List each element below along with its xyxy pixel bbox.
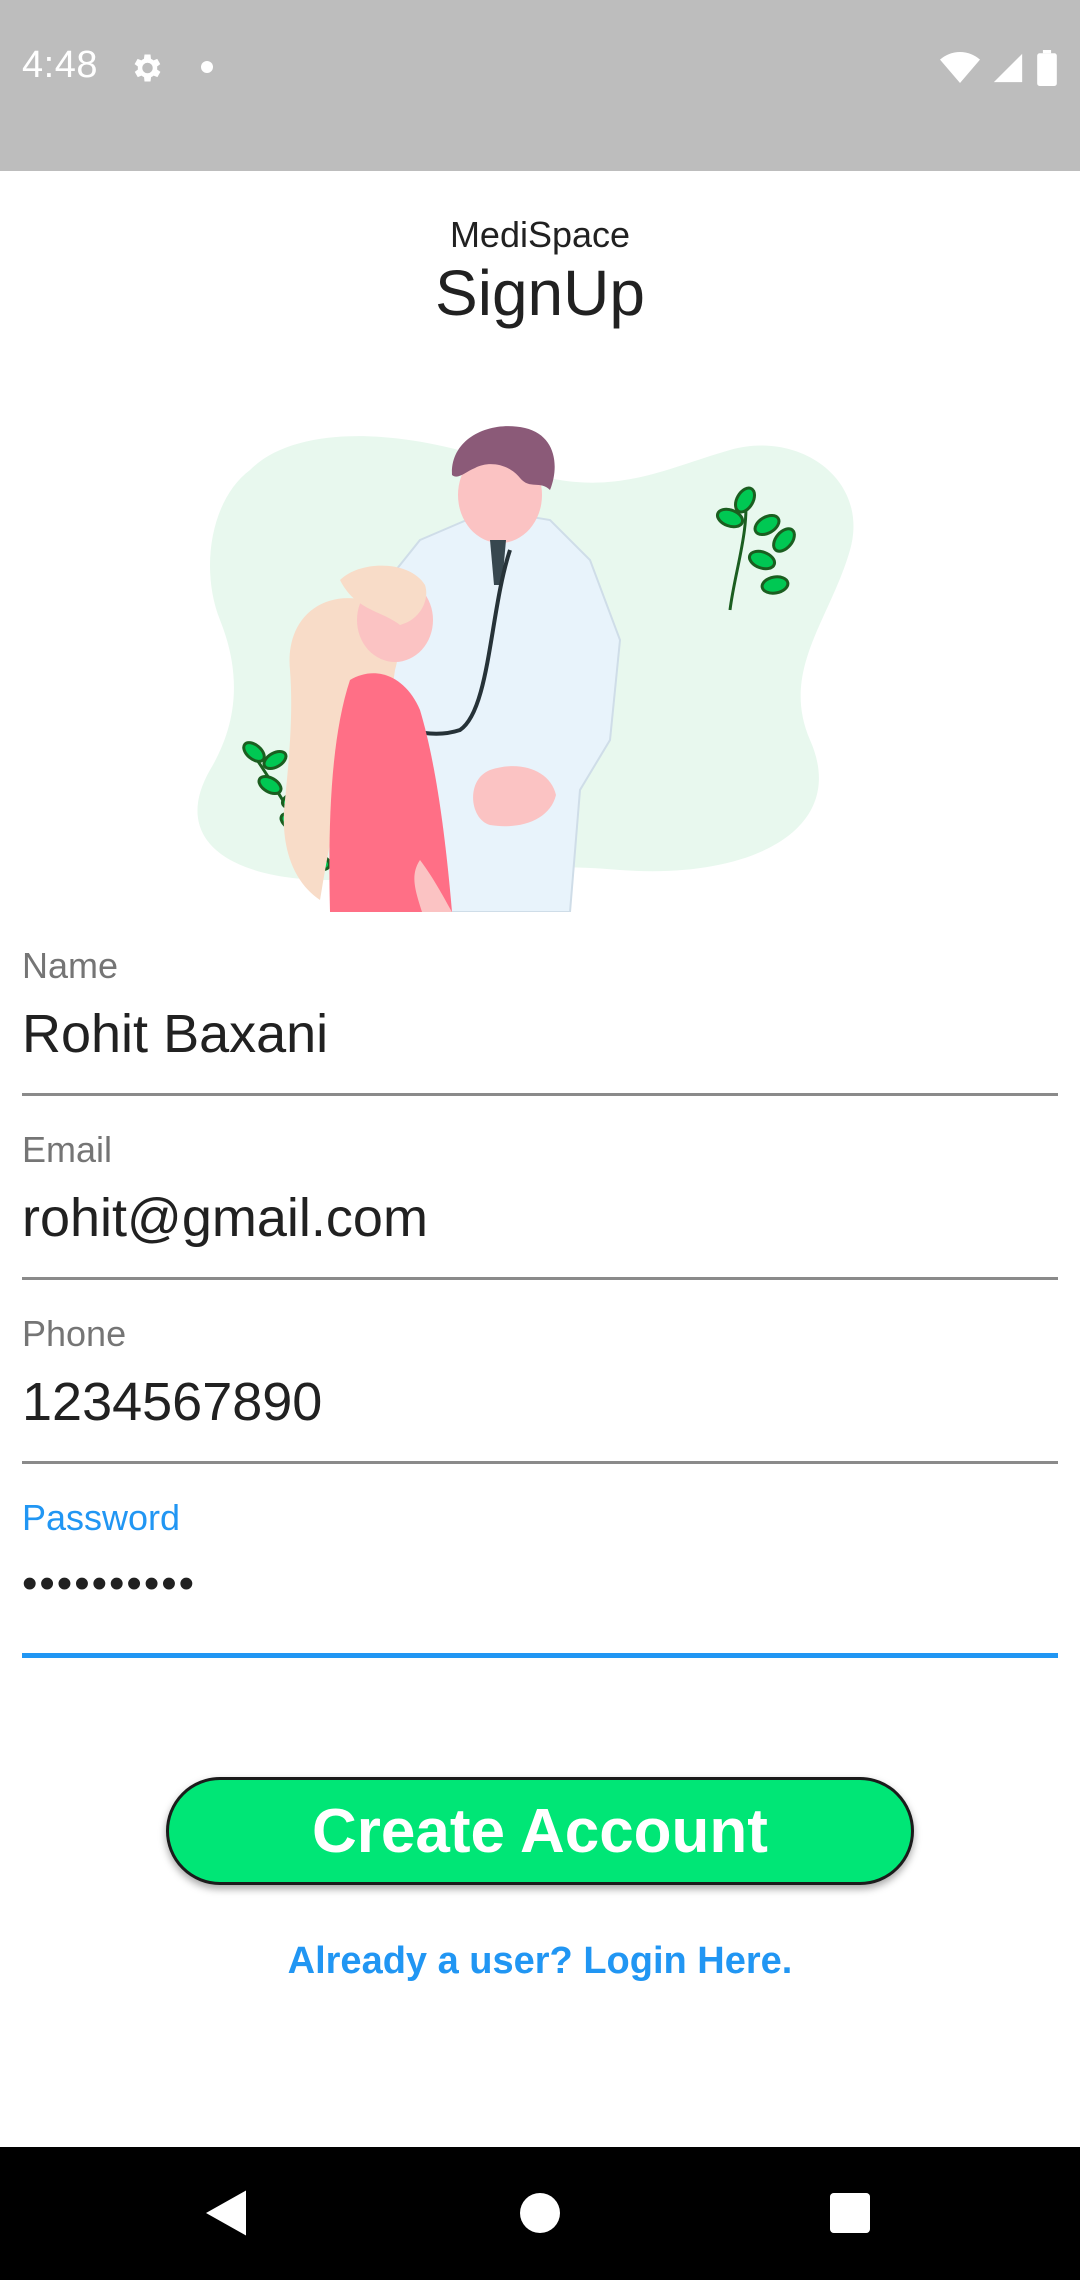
phone-label: Phone	[22, 1313, 127, 1354]
password-input[interactable]: ••••••••••	[22, 1559, 196, 1609]
email-label: Email	[22, 1129, 113, 1170]
app-name: MediSpace	[449, 214, 631, 255]
phone-input[interactable]: 1234567890	[22, 1371, 322, 1433]
back-icon[interactable]	[196, 2183, 256, 2243]
password-field[interactable]: Password ••••••••••	[22, 1497, 1058, 1659]
wifi-icon	[940, 52, 980, 83]
home-icon[interactable]	[510, 2183, 570, 2243]
name-underline	[22, 1093, 1058, 1096]
navigation-bar	[0, 2147, 1080, 2280]
email-field[interactable]: Email rohit@gmail.com	[22, 1129, 1058, 1281]
signal-icon	[993, 53, 1023, 83]
password-label: Password	[22, 1497, 181, 1538]
status-time: 4:48	[22, 44, 98, 86]
battery-icon	[1037, 50, 1057, 86]
password-underline	[22, 1653, 1058, 1658]
email-underline	[22, 1277, 1058, 1280]
name-label: Name	[22, 945, 119, 986]
phone-field[interactable]: Phone 1234567890	[22, 1313, 1058, 1465]
name-field[interactable]: Name Rohit Baxani	[22, 945, 1058, 1097]
page-title: SignUp	[435, 257, 645, 329]
email-input[interactable]: rohit@gmail.com	[22, 1187, 428, 1249]
recents-icon[interactable]	[820, 2183, 880, 2243]
name-input[interactable]: Rohit Baxani	[22, 1003, 328, 1065]
login-link[interactable]: Already a user? Login Here.	[0, 1940, 1080, 1983]
gear-icon	[134, 54, 161, 82]
create-account-button[interactable]: Create Account	[166, 1777, 914, 1885]
status-bar: 4:48	[0, 0, 1080, 171]
status-icons	[940, 48, 1058, 88]
dot-icon	[201, 61, 213, 73]
phone-underline	[22, 1461, 1058, 1464]
doctor-patient-illustration	[197, 426, 854, 912]
